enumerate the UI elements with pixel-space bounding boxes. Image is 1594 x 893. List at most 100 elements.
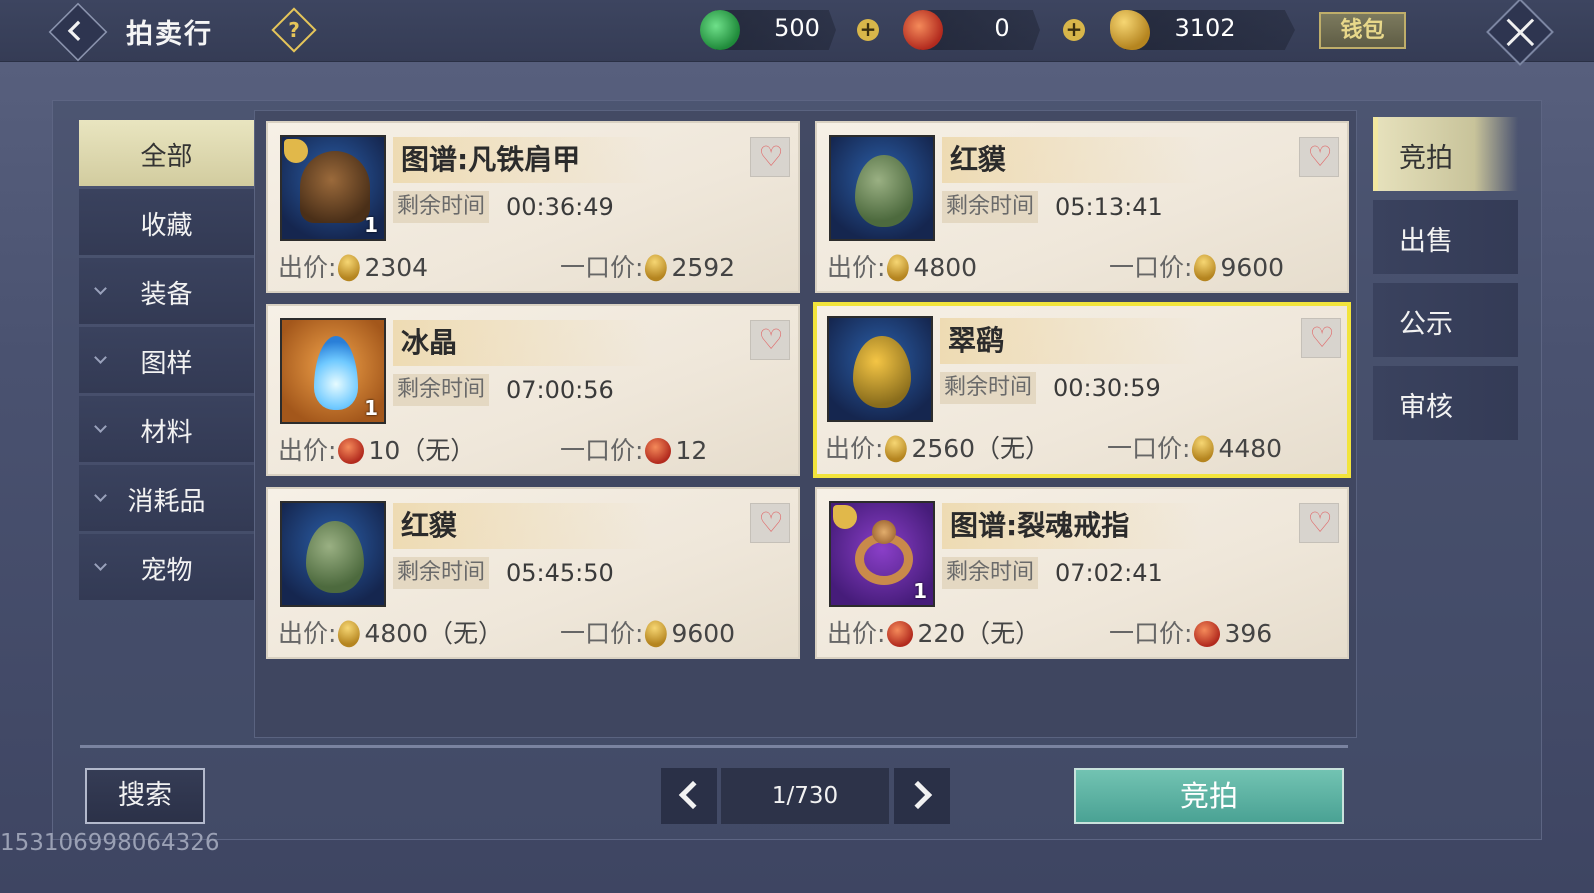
red-swirl-coin-icon <box>338 438 365 464</box>
listing-card[interactable]: 1 图谱:凡铁肩甲 ♡ 剩余时间 00:36:49 出价: 2304 一口价: 25… <box>266 121 800 293</box>
time-remaining-label: 剩余时间 <box>940 372 1036 404</box>
menu-item-favorites[interactable]: 收藏 <box>79 189 254 255</box>
add-jade-plus-icon[interactable]: + <box>857 19 879 41</box>
gold-seed-coin-icon <box>641 252 672 284</box>
item-name: 红貘 <box>393 503 653 549</box>
item-quantity: 1 <box>364 213 378 237</box>
ring-shape <box>855 520 913 585</box>
buyout-value: 396 <box>1224 619 1273 648</box>
listing-card[interactable]: 红貘 ♡ 剩余时间 05:45:50 出价: 4800（无） 一口价: 9600 <box>266 487 800 659</box>
helmet-shape <box>300 151 370 223</box>
close-button[interactable] <box>1486 0 1554 66</box>
bid-price: 出价: 4800（无） <box>278 617 503 651</box>
gold-seed-coin-icon <box>1188 433 1219 465</box>
jade-coin-icon <box>700 10 740 50</box>
menu-item-label: 宠物 <box>140 556 193 586</box>
bid-price: 出价: 220（无） <box>827 617 1040 651</box>
divider <box>80 745 1348 748</box>
buyout-label: 一口价: <box>560 436 644 465</box>
tab-label: 出售 <box>1399 226 1453 257</box>
favorite-heart-icon[interactable]: ♡ <box>1299 503 1339 543</box>
bid-label: 出价: <box>827 253 886 282</box>
buyout-value: 2592 <box>671 253 736 282</box>
red-swirl-coin-icon <box>903 10 943 50</box>
time-remaining-value: 00:36:49 <box>506 193 614 221</box>
item-name: 红貘 <box>942 137 1202 183</box>
wallet-button[interactable]: 钱包 <box>1319 12 1406 49</box>
bid-value: 2304 <box>364 253 429 282</box>
buyout-label: 一口价: <box>560 253 644 282</box>
tab-sell[interactable]: 出售 <box>1373 200 1518 274</box>
listing-card[interactable]: 1 冰晶 ♡ 剩余时间 07:00:56 出价: 10（无） 一口价: 12 <box>266 304 800 476</box>
search-button[interactable]: 搜索 <box>85 768 205 824</box>
red-coin-value: 0 <box>994 14 1010 42</box>
gold-coin-value: 3102 <box>1174 14 1236 42</box>
green-egg-icon <box>829 135 935 241</box>
item-quantity: 1 <box>364 396 378 420</box>
buyout-price: 一口价: 12 <box>560 434 707 468</box>
red-swirl-coin-icon <box>1194 621 1221 647</box>
bid-value: 2560（无） <box>911 434 1051 463</box>
bid-price: 出价: 2560（无） <box>825 432 1050 466</box>
favorite-heart-icon[interactable]: ♡ <box>750 320 790 360</box>
favorite-heart-icon[interactable]: ♡ <box>1299 137 1339 177</box>
favorite-heart-icon[interactable]: ♡ <box>750 137 790 177</box>
top-bar: 拍卖行 ? 500 + 0 + 3102 钱包 <box>0 0 1594 66</box>
menu-item-pets[interactable]: 宠物 <box>79 534 254 600</box>
tab-review[interactable]: 审核 <box>1373 366 1518 440</box>
tab-bid[interactable]: 竞拍 <box>1373 117 1518 191</box>
menu-item-equipment[interactable]: 装备 <box>79 258 254 324</box>
bid-value: 4800 <box>913 253 978 282</box>
listing-card[interactable]: 1 图谱:裂魂戒指 ♡ 剩余时间 07:02:41 出价: 220（无） 一口价:… <box>815 487 1349 659</box>
bid-label: 出价: <box>825 434 884 463</box>
time-remaining-value: 00:30:59 <box>1053 374 1161 402</box>
time-remaining-label: 剩余时间 <box>393 191 489 223</box>
bid-label: 出价: <box>827 619 886 648</box>
help-icon[interactable]: ? <box>271 7 317 53</box>
buyout-label: 一口价: <box>1109 253 1193 282</box>
prev-page-button[interactable] <box>661 768 717 824</box>
favorite-heart-icon[interactable]: ♡ <box>750 503 790 543</box>
gold-seed-coin-icon <box>1190 252 1221 284</box>
egg-shape <box>853 336 911 408</box>
bid-button[interactable]: 竞拍 <box>1074 768 1344 824</box>
buyout-value: 9600 <box>1220 253 1285 282</box>
tab-label: 竞拍 <box>1399 143 1453 174</box>
buyout-label: 一口价: <box>1107 434 1191 463</box>
back-button[interactable] <box>48 2 108 62</box>
listing-card-selected[interactable]: 翠鹞 ♡ 剩余时间 00:30:59 出价: 2560（无） 一口价: 4480 <box>813 302 1351 478</box>
gold-seed-coin-icon <box>334 618 365 650</box>
gold-seed-coin-icon <box>641 618 672 650</box>
pattern-tag-icon <box>833 505 857 529</box>
gold-seed-coin-icon <box>883 252 914 284</box>
buyout-label: 一口价: <box>1109 619 1193 648</box>
time-remaining-label: 剩余时间 <box>942 191 1038 223</box>
buyout-price: 一口价: 9600 <box>1109 251 1284 285</box>
egg-shape <box>855 155 913 227</box>
menu-item-label: 装备 <box>140 280 193 310</box>
menu-item-all[interactable]: 全部 <box>79 120 254 186</box>
tab-public[interactable]: 公示 <box>1373 283 1518 357</box>
time-remaining-label: 剩余时间 <box>942 557 1038 589</box>
buyout-price: 一口价: 396 <box>1109 617 1272 651</box>
buyout-label: 一口价: <box>560 619 644 648</box>
menu-item-label: 材料 <box>140 418 193 448</box>
menu-item-patterns[interactable]: 图样 <box>79 327 254 393</box>
menu-item-materials[interactable]: 材料 <box>79 396 254 462</box>
item-name: 图谱:裂魂戒指 <box>942 503 1202 549</box>
listing-card[interactable]: 红貘 ♡ 剩余时间 05:13:41 出价: 4800 一口价: 9600 <box>815 121 1349 293</box>
item-name: 冰晶 <box>393 320 653 366</box>
buyout-price: 一口价: 2592 <box>560 251 735 285</box>
page-indicator: 1/730 <box>721 768 889 824</box>
mode-tabs: 竞拍 出售 公示 审核 <box>1373 117 1518 449</box>
question-mark-icon: ? <box>288 18 300 42</box>
buyout-value: 4480 <box>1218 434 1283 463</box>
bid-price: 出价: 10（无） <box>278 434 475 468</box>
bid-price: 出价: 4800 <box>827 251 977 285</box>
favorite-heart-icon[interactable]: ♡ <box>1301 318 1341 358</box>
time-remaining-value: 05:45:50 <box>506 559 614 587</box>
add-red-plus-icon[interactable]: + <box>1063 19 1085 41</box>
bid-value: 4800（无） <box>364 619 504 648</box>
menu-item-consumables[interactable]: 消耗品 <box>79 465 254 531</box>
next-page-button[interactable] <box>894 768 950 824</box>
